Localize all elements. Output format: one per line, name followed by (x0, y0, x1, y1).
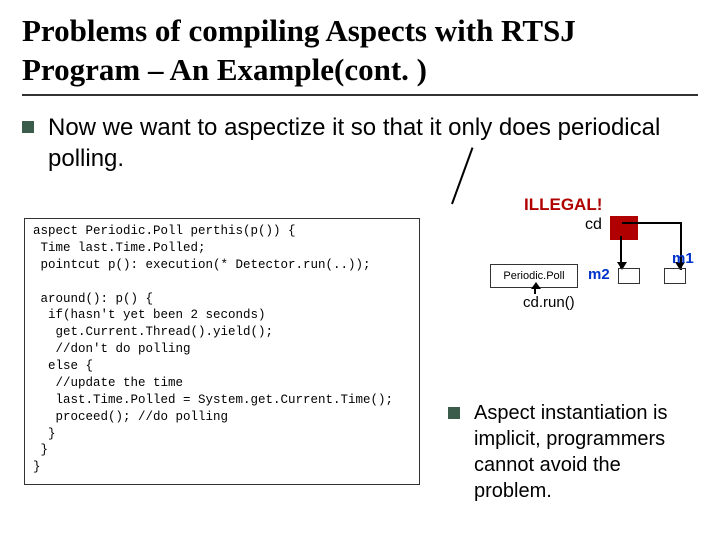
bullet-square-icon (448, 407, 460, 419)
main-bullet: Now we want to aspectize it so that it o… (22, 112, 698, 174)
m1-box (664, 268, 686, 284)
illegal-label: ILLEGAL! (524, 195, 602, 215)
code-block: aspect Periodic.Poll perthis(p()) { Time… (24, 218, 420, 485)
main-bullet-text: Now we want to aspectize it so that it o… (48, 112, 698, 174)
m2-box (618, 268, 640, 284)
cd-run-label: cd.run() (523, 294, 575, 311)
title-underline (22, 94, 698, 96)
object-diagram: cd Periodic.Poll m2 m1 cd.run() (448, 216, 708, 326)
cdrun-arrowhead (531, 282, 541, 289)
slide-title: Problems of compiling Aspects with RTSJ … (22, 12, 698, 90)
bullet-square-icon (22, 121, 34, 133)
m2-label: m2 (588, 266, 610, 283)
m1-label: m1 (672, 250, 694, 267)
note-text: Aspect instantiation is implicit, progra… (474, 400, 698, 504)
note-bullet: Aspect instantiation is implicit, progra… (448, 400, 698, 504)
cd-label: cd (585, 216, 602, 234)
